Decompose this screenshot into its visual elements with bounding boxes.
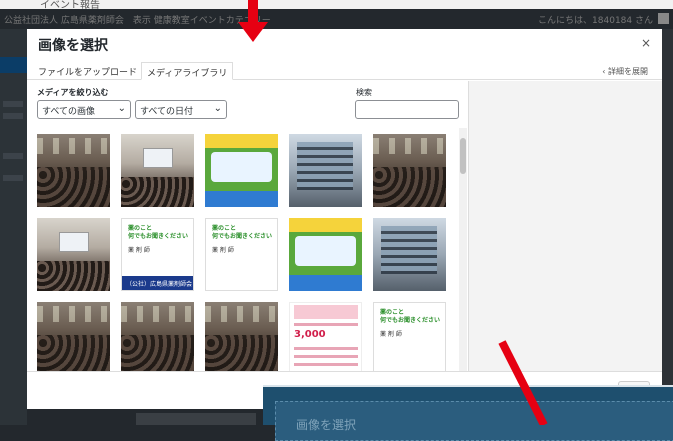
thumbnail-image <box>289 134 362 207</box>
media-type-select-value: すべての画像 <box>42 107 96 117</box>
thumbnail-image <box>373 218 446 291</box>
attachment-thumbnail[interactable]: 薬のこと 何でもお聞きください薬 剤 師 <box>205 218 278 291</box>
thumbnail-image: 3,000 <box>289 302 362 371</box>
modal-title: 画像を選択 <box>38 38 108 54</box>
slide-heading-text: 薬のこと 何でもお聞きください <box>128 225 189 240</box>
thumbnail-image <box>37 134 110 207</box>
expand-details-link[interactable]: ‹ 詳細を展開 <box>602 66 648 77</box>
sidebar-item <box>3 101 23 107</box>
thumbnail-image <box>373 134 446 207</box>
flyer-number-text: 3,000 <box>294 329 326 340</box>
background-right-edge <box>662 29 673 425</box>
sidebar-item <box>3 153 23 159</box>
thumbnail-image: 薬のこと 何でもお聞きください薬 剤 師 <box>373 302 446 371</box>
attachment-thumbnail[interactable] <box>121 134 194 207</box>
scrollbar-thumb[interactable] <box>460 138 466 174</box>
sidebar-item <box>3 113 23 119</box>
second-modal-frame: 画像を選択 <box>275 401 673 441</box>
media-modal: 画像を選択 × ファイルをアップロード メディアライブラリ ‹ 詳細を展開 メデ… <box>27 29 662 409</box>
slide-heading-text: 薬のこと 何でもお聞きください <box>380 309 441 324</box>
thumbnail-image <box>37 218 110 291</box>
attachment-thumbnail[interactable]: 3,000 <box>289 302 362 371</box>
close-icon[interactable]: × <box>641 36 651 50</box>
attachment-thumbnail[interactable] <box>373 218 446 291</box>
admin-bar: 公益社団法人 広島県薬剤師会 表示 健康教室イベントカテゴリー こんにちは、18… <box>0 9 673 29</box>
search-label: 検索 <box>356 88 372 97</box>
grid-scrollbar[interactable] <box>459 128 467 371</box>
attachment-thumbnail[interactable] <box>205 134 278 207</box>
sidebar-item <box>3 175 23 181</box>
second-modal-preview: 画像を選択 <box>263 385 673 441</box>
attachment-thumbnail[interactable] <box>289 134 362 207</box>
thumbnail-image: 薬のこと 何でもお聞きください薬 剤 師 <box>205 218 278 291</box>
thumbnail-image <box>205 302 278 371</box>
thumbnail-image <box>205 134 278 207</box>
admin-bar-greeting: こんにちは、1840184 さん <box>538 16 653 26</box>
thumbnail-image <box>121 134 194 207</box>
red-arrow-diagonal-icon <box>498 340 548 425</box>
chevron-down-icon: ⌄ <box>213 103 222 114</box>
attachment-thumbnail[interactable] <box>205 302 278 371</box>
media-date-select-value: すべての日付 <box>140 107 194 117</box>
thumbnail-image <box>121 302 194 371</box>
background-button <box>136 413 256 425</box>
attachment-thumbnail[interactable] <box>373 134 446 207</box>
background-page-strip: イベント報告 <box>0 0 673 11</box>
slide-sub-text: 薬 剤 師 <box>212 247 234 254</box>
avatar <box>658 13 669 24</box>
thumbnail-image <box>289 218 362 291</box>
attachment-thumbnail[interactable]: 薬のこと 何でもお聞きください薬 剤 師 （公社）広島県薬剤師会 <box>121 218 194 291</box>
slide-heading-text: 薬のこと 何でもお聞きください <box>212 225 273 240</box>
attachment-thumbnail[interactable] <box>37 302 110 371</box>
slide-sub-text: 薬 剤 師 <box>380 331 402 338</box>
modal-tabs: ファイルをアップロード メディアライブラリ ‹ 詳細を展開 <box>27 59 662 80</box>
sidebar-active-item <box>0 57 27 73</box>
attachment-thumbnail[interactable] <box>121 302 194 371</box>
media-date-select[interactable]: すべての日付 ⌄ <box>135 100 227 119</box>
slide-footer: （公社）広島県薬剤師会 <box>122 276 193 290</box>
admin-sidebar <box>0 29 27 425</box>
thumbnail-image <box>37 302 110 371</box>
attachment-thumbnail[interactable] <box>37 134 110 207</box>
tab-upload-files[interactable]: ファイルをアップロード <box>33 62 142 80</box>
attachments-grid: 薬のこと 何でもお聞きください薬 剤 師（公社）広島県薬剤師会 薬のこと 何でもお聞き… <box>27 128 468 371</box>
tab-media-library[interactable]: メディアライブラリ <box>141 62 234 80</box>
thumbnail-image: 薬のこと 何でもお聞きください薬 剤 師 （公社）広島県薬剤師会 <box>121 218 194 291</box>
attachment-thumbnail[interactable]: 薬のこと 何でもお聞きください薬 剤 師 <box>373 302 446 371</box>
slide-sub-text: 薬 剤 師 <box>128 247 150 254</box>
slide-footer-text: （公社）広島県薬剤師会 <box>126 281 193 288</box>
admin-bar-site-info: 公益社団法人 広島県薬剤師会 表示 健康教室イベントカテゴリー <box>4 16 271 26</box>
media-type-select[interactable]: すべての画像 ⌄ <box>37 100 131 119</box>
filter-media-label: メディアを絞り込む <box>37 88 109 97</box>
attachment-thumbnail[interactable] <box>37 218 110 291</box>
attachment-details-panel <box>468 81 662 371</box>
attachment-thumbnail[interactable] <box>289 218 362 291</box>
chevron-down-icon: ⌄ <box>117 103 126 114</box>
red-arrow-down-icon <box>238 0 268 42</box>
search-input[interactable] <box>355 100 459 119</box>
